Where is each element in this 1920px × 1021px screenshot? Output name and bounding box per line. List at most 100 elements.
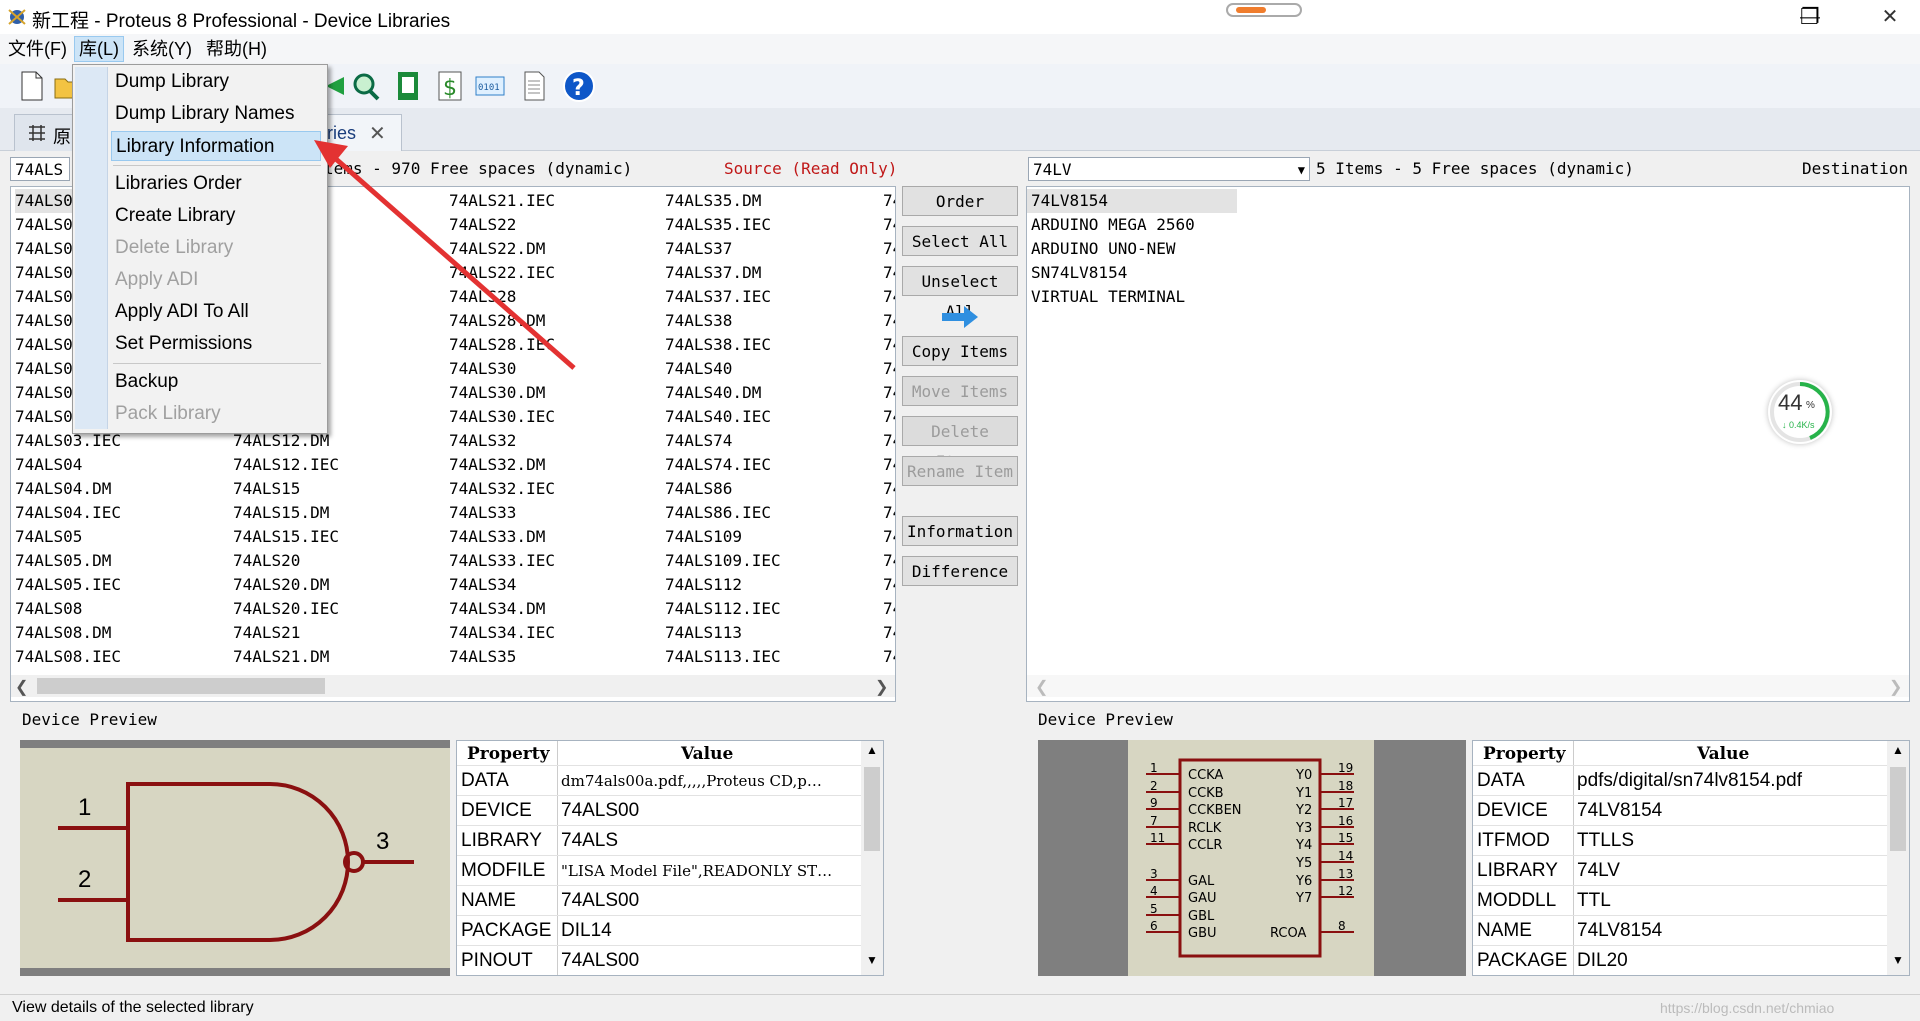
menu-library-information[interactable]: Library Information	[111, 131, 321, 161]
menu-pack-library[interactable]: Pack Library	[111, 399, 321, 429]
menu-library[interactable]: 库(L)	[74, 36, 124, 62]
source-list-item[interactable]: 74	[883, 573, 895, 597]
select-all-button[interactable]: Select All	[902, 226, 1018, 256]
source-list-item[interactable]: 74ALS40	[665, 357, 781, 381]
source-list-item[interactable]: 74ALS113	[665, 621, 781, 645]
source-list-item[interactable]: 74	[883, 237, 895, 261]
source-list-item[interactable]: 74ALS109	[665, 525, 781, 549]
source-scroll-thumb[interactable]	[37, 678, 325, 694]
menu-set-permissions[interactable]: Set Permissions	[111, 329, 321, 359]
source-list-item[interactable]: 74	[883, 357, 895, 381]
source-list-item[interactable]: 74ALS113.IEC	[665, 645, 781, 669]
source-list-item[interactable]: 74	[883, 333, 895, 357]
property-row[interactable]: PACKAGE DIL20	[1473, 945, 1887, 975]
source-list-item[interactable]: 74ALS37	[665, 237, 781, 261]
right-properties-table[interactable]: Property Value DATA pdfs/digital/sn74lv81…	[1472, 740, 1910, 976]
pcb-layout-icon[interactable]	[392, 69, 424, 103]
property-row[interactable]: NAME 74LV8154	[1473, 915, 1887, 946]
destination-list-item[interactable]: SN74LV8154	[1027, 261, 1237, 285]
property-row[interactable]: ITFMOD TTLLS	[1473, 825, 1887, 856]
information-button[interactable]: Information	[902, 516, 1018, 546]
menu-help[interactable]: 帮助(H)	[202, 37, 271, 61]
source-list-item[interactable]: 74ALS04	[15, 453, 225, 477]
destination-library-combo[interactable]: 74LV ▼	[1028, 157, 1310, 181]
scroll-down-icon[interactable]: ▼	[866, 953, 878, 967]
source-list-item[interactable]: 74ALS74	[665, 429, 781, 453]
destination-list-item[interactable]: ARDUINO MEGA 2560	[1027, 213, 1237, 237]
source-list-item[interactable]: 74ALS40.IEC	[665, 405, 781, 429]
document-icon[interactable]	[518, 69, 550, 103]
property-row[interactable]: LIBRARY 74LV	[1473, 855, 1887, 886]
right-props-scroll-thumb[interactable]	[1890, 767, 1906, 851]
copy-items-button[interactable]: Copy Items	[902, 336, 1018, 366]
left-props-scrollbar[interactable]: ▲ ▼	[861, 741, 883, 975]
menu-dump-library[interactable]: Dump Library	[111, 67, 321, 97]
destination-horizontal-scrollbar[interactable]: ❮ ❯	[1027, 675, 1909, 697]
source-list-item[interactable]: 74ALS12.IEC	[233, 453, 339, 477]
source-list-item[interactable]: 74ALS20.DM	[233, 573, 339, 597]
new-file-icon[interactable]	[16, 69, 48, 103]
destination-list-item[interactable]: VIRTUAL TERMINAL	[1027, 285, 1237, 309]
close-window-button[interactable]: ✕	[1860, 0, 1920, 34]
source-list-item[interactable]: 74ALS32.IEC	[449, 477, 555, 501]
source-list-item[interactable]: 74ALS34.DM	[449, 597, 555, 621]
source-list-item[interactable]: 74	[883, 525, 895, 549]
source-list-item[interactable]: 74	[883, 645, 895, 669]
source-list-item[interactable]: 74ALS21	[233, 621, 339, 645]
help-icon[interactable]: ?	[562, 69, 596, 103]
unselect-all-button[interactable]: Unselect All	[902, 266, 1018, 321]
menu-dump-library-names[interactable]: Dump Library Names	[111, 99, 321, 129]
source-list-item[interactable]: 74ALS32	[449, 429, 555, 453]
source-list-item[interactable]: 74ALS04.DM	[15, 477, 225, 501]
source-list-item[interactable]: 74ALS35	[449, 645, 555, 669]
scroll-right-icon[interactable]: ❯	[875, 677, 888, 697]
property-row[interactable]: NAME 74ALS00	[457, 885, 861, 916]
binary-debug-icon[interactable]: 0101	[474, 69, 506, 103]
source-list-item[interactable]: 74ALS86.IEC	[665, 501, 781, 525]
source-list-item[interactable]: 74ALS20	[233, 549, 339, 573]
delete-items-button[interactable]: Delete Items	[902, 416, 1018, 471]
source-list-item[interactable]: 74	[883, 549, 895, 573]
left-props-scroll-thumb[interactable]	[864, 767, 880, 851]
source-list-item[interactable]: 74ALS38.IEC	[665, 333, 781, 357]
source-list-item[interactable]: 74ALS08	[15, 597, 225, 621]
source-list-item[interactable]: 74	[883, 429, 895, 453]
property-row[interactable]: PACKAGE DIL14	[457, 915, 861, 946]
scroll-up-icon[interactable]: ▲	[866, 743, 878, 757]
menu-system[interactable]: 系统(Y)	[128, 37, 196, 61]
source-list-item[interactable]: 74ALS35.DM	[665, 189, 781, 213]
source-list-item[interactable]: 74ALS30.IEC	[449, 405, 555, 429]
source-list-item[interactable]: 74ALS33.DM	[449, 525, 555, 549]
property-row[interactable]: MODDLL TTL	[1473, 885, 1887, 916]
source-list-item[interactable]: 74ALS40.DM	[665, 381, 781, 405]
source-list-item[interactable]: 74	[883, 213, 895, 237]
menu-apply-adi-to-all[interactable]: Apply ADI To All	[111, 297, 321, 327]
source-list-item[interactable]: 74	[883, 309, 895, 333]
property-row[interactable]: LIBRARY 74ALS	[457, 825, 861, 856]
property-row[interactable]: MODFILE "LISA Model File",READONLY ST…	[457, 855, 861, 886]
source-horizontal-scrollbar[interactable]: ❮ ❯	[11, 675, 895, 697]
source-list-item[interactable]: 74ALS05.IEC	[15, 573, 225, 597]
source-list-item[interactable]: 74ALS08.IEC	[15, 645, 225, 669]
right-props-scrollbar[interactable]: ▲ ▼	[1887, 741, 1909, 975]
menu-file[interactable]: 文件(F)	[4, 37, 71, 61]
scroll-left-icon[interactable]: ❮	[15, 677, 28, 697]
source-list-item[interactable]: 74ALS15.DM	[233, 501, 339, 525]
source-list-item[interactable]: 74	[883, 189, 895, 213]
source-list-item[interactable]: 74ALS35.IEC	[665, 213, 781, 237]
source-list-item[interactable]: 74	[883, 261, 895, 285]
source-list-item[interactable]: 74ALS112.IEC	[665, 597, 781, 621]
property-row[interactable]: DATA pdfs/digital/sn74lv8154.pdf	[1473, 765, 1887, 796]
source-list-item[interactable]: 74ALS05	[15, 525, 225, 549]
menu-create-library[interactable]: Create Library	[111, 201, 321, 231]
source-list-item[interactable]: 74ALS38	[665, 309, 781, 333]
move-items-button[interactable]: Move Items	[902, 376, 1018, 406]
bill-of-materials-icon[interactable]: $	[434, 69, 466, 103]
source-list-item[interactable]: 74	[883, 621, 895, 645]
source-list-item[interactable]: 74ALS15.IEC	[233, 525, 339, 549]
source-list-item[interactable]: 74ALS33	[449, 501, 555, 525]
search-device-icon[interactable]	[350, 69, 382, 103]
source-list-item[interactable]: 74	[883, 477, 895, 501]
menu-libraries-order[interactable]: Libraries Order	[111, 169, 321, 199]
source-list-item[interactable]: 74ALS34.IEC	[449, 621, 555, 645]
